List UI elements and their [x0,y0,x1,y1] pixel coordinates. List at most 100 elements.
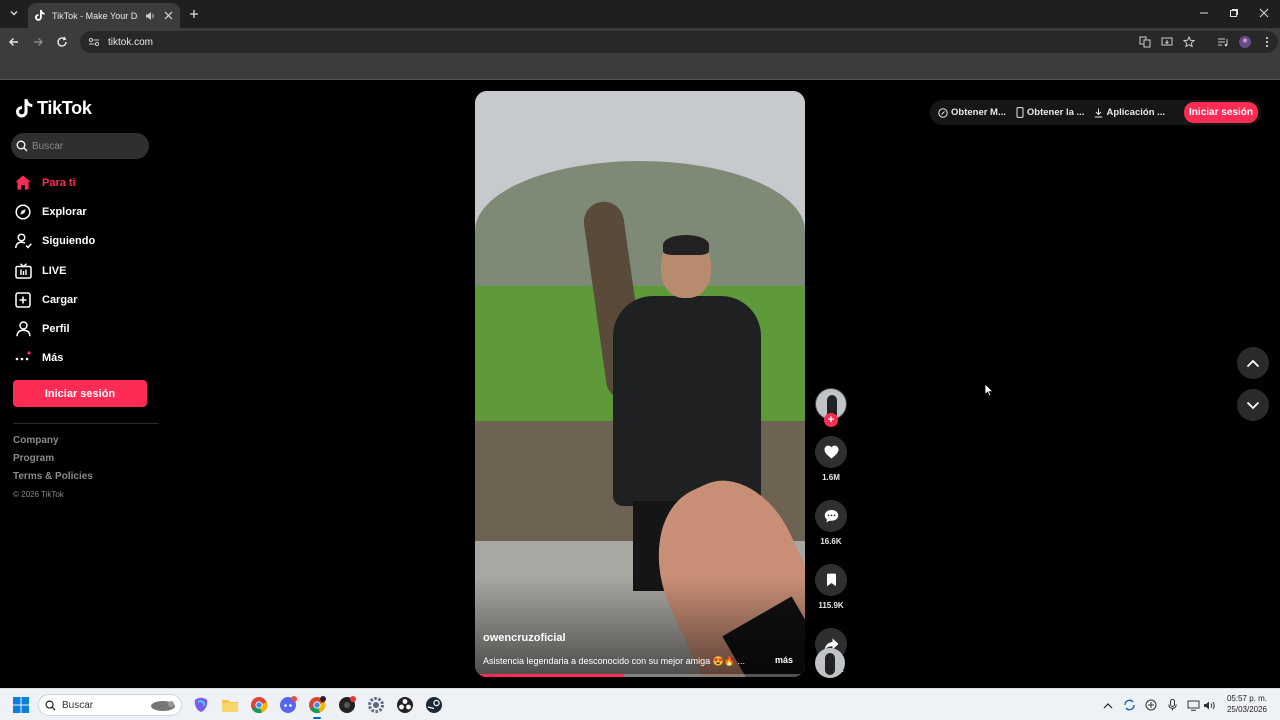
sidebar-footer: Company Program Terms & Policies © 2026 … [13,434,93,502]
copilot-app-icon[interactable] [190,694,212,716]
steam-app-icon[interactable] [423,694,445,716]
search-icon [45,700,56,711]
address-bar[interactable]: tiktok.com [80,31,1278,53]
desktop-app-link[interactable]: Aplicación ... [1094,107,1165,118]
comment-icon [824,510,838,523]
get-app-link[interactable]: Obtener la ... [1016,107,1085,118]
chrome-app-icon[interactable] [248,694,270,716]
sidebar-item-label: Para ti [42,176,76,189]
speaker-icon[interactable] [144,10,156,22]
coin-icon [938,107,948,118]
taskbar-search[interactable]: Buscar [38,694,182,716]
close-tab-icon[interactable] [162,10,174,22]
windows-start-icon[interactable] [12,696,30,714]
browser-tab-bar: TikTok - Make Your Day [0,0,1280,28]
sidebar-item-label: Más [42,352,64,365]
tab-search-button[interactable] [6,5,22,21]
footer-link-program[interactable]: Program [13,452,93,470]
security-icon[interactable] [1143,697,1159,713]
bookmark-icon [826,573,836,587]
video-frame-trees [475,161,805,301]
save-button[interactable] [815,564,847,596]
site-info-icon[interactable] [88,37,100,47]
clock-time: 05:57 p. m. [1226,694,1268,703]
previous-video-button[interactable] [1237,347,1269,379]
minimize-button[interactable] [1196,5,1212,21]
sidebar-item-para-ti[interactable]: Para ti [14,168,164,197]
footer-link-terms[interactable]: Terms & Policies [13,470,93,488]
follow-plus-button[interactable]: + [824,413,838,427]
video-progress-bar[interactable] [475,674,805,677]
volume-icon[interactable] [1201,697,1217,713]
translate-icon[interactable] [1134,31,1156,53]
microphone-icon[interactable] [1164,697,1180,713]
more-icon [14,349,32,367]
get-app-label: Obtener la ... [1026,107,1085,118]
get-mobile-coins-link[interactable]: Obtener M... [938,107,1006,118]
comment-button[interactable] [815,500,847,532]
windows-taskbar: Buscar 05:57 p. m. 25/03/2026 [0,688,1280,720]
video-player[interactable]: owencruzoficial Asistencia legendaria a … [475,91,805,677]
sidebar-item-mas[interactable]: Más [14,344,164,373]
back-button[interactable] [6,34,22,50]
star-icon[interactable] [1178,31,1200,53]
video-more-button[interactable]: más [775,655,793,665]
browser-menu-icon[interactable] [1256,31,1278,53]
upload-icon [14,291,32,309]
heart-icon [824,445,838,459]
browser-tab-active[interactable]: TikTok - Make Your Day [28,3,180,28]
close-window-button[interactable] [1256,5,1272,21]
avatar-figure [825,653,835,675]
music-disc-avatar[interactable] [815,648,845,678]
taskbar-clock[interactable]: 05:57 p. m. 25/03/2026 [1222,693,1272,715]
desktop-app-label: Aplicación ... [1106,107,1166,118]
clock-date: 25/03/2026 [1226,705,1268,714]
compass-icon [14,203,32,221]
chevron-down-icon [1246,401,1260,409]
footer-link-company[interactable]: Company [13,434,93,452]
like-button[interactable] [815,436,847,468]
sidebar-item-perfil[interactable]: Perfil [14,314,164,343]
file-explorer-app-icon[interactable] [219,694,241,716]
tray-overflow-chevron-icon[interactable] [1100,697,1116,713]
save-action[interactable]: 115.9K [813,564,849,616]
sidebar-item-live[interactable]: LIVE [14,256,164,285]
mouse-cursor-icon [984,383,994,397]
search-highlight-icon [151,701,175,711]
search-input[interactable]: Buscar [11,133,149,159]
discord-app-icon[interactable] [277,694,299,716]
save-count: 115.9K [818,601,844,610]
next-video-button[interactable] [1237,389,1269,421]
profile-avatar-icon[interactable] [1234,31,1256,53]
media-controls-icon[interactable] [1212,31,1234,53]
settings-app-icon[interactable] [365,694,387,716]
arrow-right-icon [34,38,43,46]
video-username[interactable]: owencruzoficial [483,632,566,644]
sidebar-login-button[interactable]: Iniciar sesión [13,380,147,407]
media-app-icon[interactable] [336,694,358,716]
sidebar-item-siguiendo[interactable]: Siguiendo [14,227,164,256]
sidebar-item-explorar[interactable]: Explorar [14,197,164,226]
chevron-down-icon [10,11,18,16]
video-frame-person-hair [663,235,709,255]
search-placeholder: Buscar [32,140,64,152]
search-icon [16,140,28,152]
restore-button[interactable] [1226,5,1242,21]
install-app-icon[interactable] [1156,31,1178,53]
tiktok-logo[interactable]: TikTok [16,98,92,119]
network-icon[interactable] [1185,697,1201,713]
reload-button[interactable] [54,34,70,50]
comment-action[interactable]: 16.6K [813,500,849,552]
live-icon [14,262,32,280]
sync-icon[interactable] [1121,697,1137,713]
sidebar-item-cargar[interactable]: Cargar [14,285,164,314]
new-tab-button[interactable] [186,6,202,22]
obs-app-icon[interactable] [394,694,416,716]
chrome-active-app-icon[interactable] [306,694,328,719]
logo-text: TikTok [37,98,92,118]
like-action[interactable]: 1.6M [813,436,849,488]
sidebar-item-label: Siguiendo [42,235,96,248]
profile-icon [14,320,32,338]
header-login-button[interactable]: Iniciar sesión [1184,102,1258,123]
forward-button[interactable] [30,34,46,50]
